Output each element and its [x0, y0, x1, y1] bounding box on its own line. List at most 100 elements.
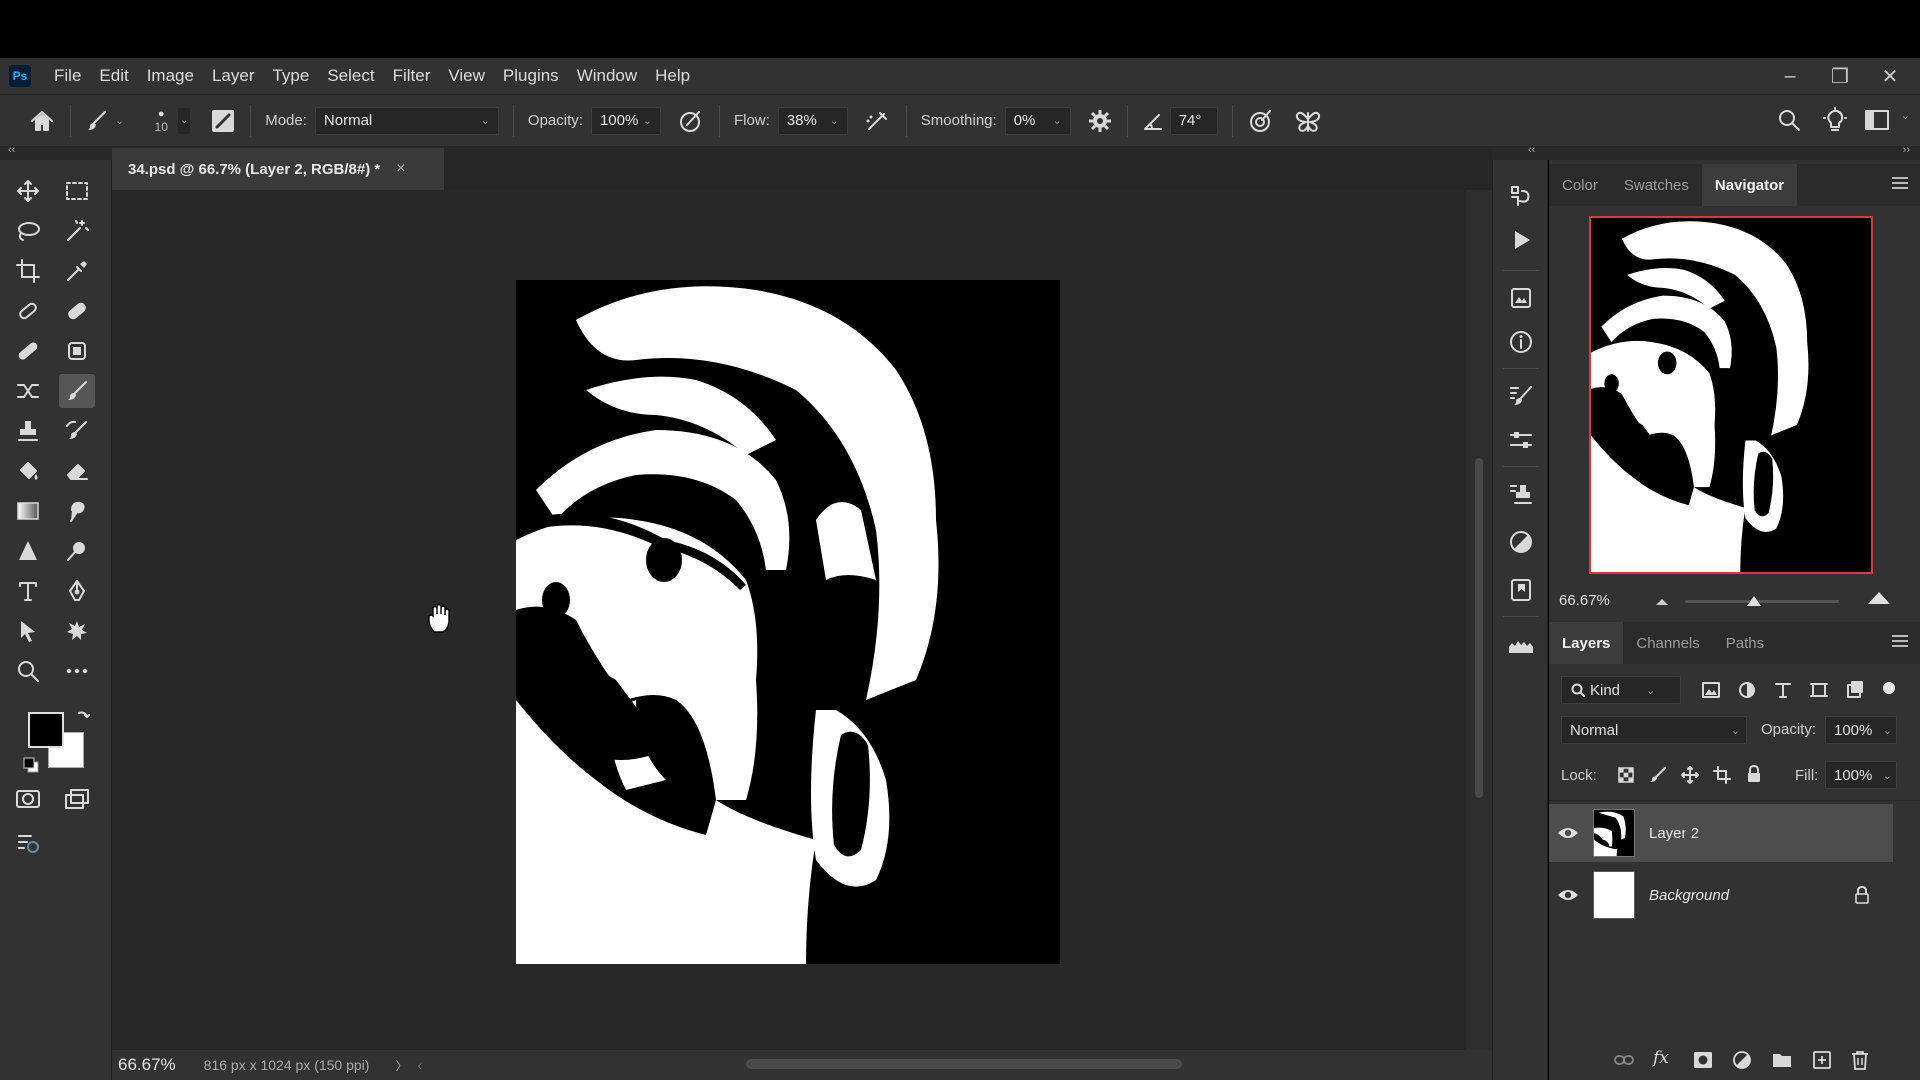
- pressure-opacity-icon[interactable]: [677, 107, 705, 135]
- canvas-workspace[interactable]: [112, 190, 1466, 1050]
- new-group-folder-icon[interactable]: [1771, 1050, 1793, 1070]
- brush-settings-icon[interactable]: [210, 108, 236, 134]
- new-layer-icon[interactable]: [1811, 1050, 1833, 1070]
- pressure-size-icon[interactable]: [1247, 107, 1275, 135]
- delete-layer-trash-icon[interactable]: [1849, 1049, 1871, 1071]
- zoom-out-mountain-icon[interactable]: [1653, 594, 1671, 608]
- smoothing-field[interactable]: 0% ⌄: [1004, 106, 1071, 135]
- more-tools-icon[interactable]: [59, 654, 95, 688]
- adjustments-circle-icon[interactable]: [1507, 528, 1535, 556]
- layer-name[interactable]: Layer 2: [1649, 825, 1699, 842]
- fill-field[interactable]: 100% ⌄: [1825, 761, 1897, 789]
- vertical-scrollbar[interactable]: [1466, 190, 1492, 1050]
- filter-type-icon[interactable]: [1773, 680, 1793, 700]
- search-icon[interactable]: [1776, 107, 1802, 133]
- restore-icon[interactable]: ❐: [1830, 64, 1850, 89]
- close-window-icon[interactable]: ✕: [1880, 64, 1900, 89]
- spot-healing-tool-icon[interactable]: [10, 294, 46, 328]
- swap-colors-icon[interactable]: [76, 708, 92, 724]
- type-tool-icon[interactable]: [10, 574, 46, 608]
- layer-visibility-eye-icon[interactable]: [1549, 887, 1587, 903]
- lock-artboard-icon[interactable]: [1713, 766, 1731, 784]
- adjustment-layer-icon[interactable]: [1731, 1050, 1753, 1070]
- document-tab[interactable]: 34.psd @ 66.7% (Layer 2, RGB/8#) * ×: [112, 148, 444, 190]
- discover-lightbulb-icon[interactable]: [1822, 107, 1848, 133]
- crop-tool-icon[interactable]: [10, 254, 46, 288]
- path-selection-tool-icon[interactable]: [10, 614, 46, 648]
- quick-mask-icon[interactable]: [10, 782, 46, 816]
- filter-shape-icon[interactable]: [1809, 680, 1829, 700]
- layer-row-layer-2[interactable]: Layer 2: [1549, 804, 1893, 862]
- scroll-left-icon[interactable]: ‹: [417, 1057, 422, 1073]
- info-icon[interactable]: [1507, 328, 1535, 356]
- zoom-in-mountain-icon[interactable]: [1865, 588, 1893, 608]
- layer-opacity-field[interactable]: 100% ⌄: [1825, 716, 1897, 744]
- layer-visibility-eye-icon[interactable]: [1549, 825, 1587, 841]
- filter-toggle-icon[interactable]: [1883, 682, 1895, 694]
- histogram-icon[interactable]: [1507, 630, 1535, 658]
- transform-tool-icon[interactable]: [10, 374, 46, 408]
- properties-icon[interactable]: [1507, 576, 1535, 604]
- workspace-layout-icon[interactable]: [1864, 107, 1890, 133]
- chevron-down-icon[interactable]: ⌄: [1901, 109, 1910, 122]
- menu-help[interactable]: Help: [646, 66, 699, 86]
- foreground-color-swatch[interactable]: [28, 712, 64, 748]
- zoom-slider-knob[interactable]: [1747, 596, 1762, 606]
- gradient-tool-icon[interactable]: [10, 494, 46, 528]
- magic-wand-tool-icon[interactable]: [59, 214, 95, 248]
- healing-brush-tool-icon[interactable]: [10, 334, 46, 368]
- smudge-tool-icon[interactable]: [59, 494, 95, 528]
- menu-plugins[interactable]: Plugins: [494, 66, 568, 86]
- sharpen-tool-icon[interactable]: [10, 534, 46, 568]
- content-aware-tool-icon[interactable]: [59, 334, 95, 368]
- zoom-tool-icon[interactable]: [10, 654, 46, 688]
- panel-menu-icon[interactable]: [1892, 177, 1908, 192]
- panel-menu-icon[interactable]: [1892, 635, 1908, 650]
- collapse-left-icon[interactable]: ‹‹: [8, 144, 15, 156]
- canvas-artwork[interactable]: [516, 280, 1060, 964]
- minimize-icon[interactable]: –: [1780, 65, 1800, 88]
- brush-tool-preset-icon[interactable]: [85, 108, 111, 134]
- navigator-zoom-value[interactable]: 66.67%: [1559, 592, 1610, 609]
- clone-stamp-tool-icon[interactable]: [10, 414, 46, 448]
- history-brush-tool-icon[interactable]: [59, 414, 95, 448]
- tab-navigator[interactable]: Navigator: [1701, 164, 1798, 206]
- navigator-zoom-slider[interactable]: [1685, 596, 1839, 606]
- link-layers-icon[interactable]: [1613, 1050, 1635, 1070]
- tab-channels[interactable]: Channels: [1623, 622, 1712, 664]
- filter-smart-object-icon[interactable]: [1845, 680, 1865, 700]
- tab-paths[interactable]: Paths: [1713, 622, 1777, 664]
- vertical-scroll-thumb[interactable]: [1475, 458, 1483, 798]
- screen-mode-icon[interactable]: [59, 782, 95, 816]
- layer-lock-icon[interactable]: [1853, 885, 1871, 905]
- blend-mode-select[interactable]: Normal ⌄: [1561, 716, 1747, 744]
- menu-image[interactable]: Image: [138, 66, 203, 86]
- opacity-field[interactable]: 100% ⌄: [590, 106, 661, 135]
- adjustments-sliders-icon[interactable]: [1507, 426, 1535, 454]
- lock-transparent-pixels-icon[interactable]: [1617, 766, 1635, 784]
- home-icon[interactable]: [28, 107, 56, 135]
- lock-image-pixels-icon[interactable]: [1649, 766, 1667, 784]
- menu-type[interactable]: Type: [263, 66, 318, 86]
- marquee-tool-icon[interactable]: [59, 174, 95, 208]
- airbrush-icon[interactable]: [864, 107, 892, 135]
- default-colors-icon[interactable]: [22, 756, 40, 774]
- menu-select[interactable]: Select: [318, 66, 383, 86]
- brush-size-picker[interactable]: ● 10: [150, 108, 172, 134]
- tab-swatches[interactable]: Swatches: [1611, 164, 1702, 206]
- remove-tool-icon[interactable]: [59, 294, 95, 328]
- layer-style-fx-icon[interactable]: fx: [1653, 1048, 1677, 1070]
- tab-color[interactable]: Color: [1549, 164, 1611, 206]
- horizontal-scroll-thumb[interactable]: [746, 1059, 1182, 1069]
- navigator-preview[interactable]: [1589, 216, 1873, 574]
- libraries-icon[interactable]: [1507, 284, 1535, 312]
- lasso-tool-icon[interactable]: [10, 214, 46, 248]
- clone-source-icon[interactable]: [1507, 480, 1535, 508]
- edit-toolbar-icon[interactable]: [10, 826, 46, 860]
- lock-all-icon[interactable]: [1745, 765, 1763, 783]
- gear-icon[interactable]: [1087, 108, 1113, 134]
- brush-size-dropdown[interactable]: ⌄: [178, 107, 191, 134]
- menu-file[interactable]: File: [45, 66, 90, 86]
- status-arrow-icon[interactable]: 〉: [395, 1057, 407, 1074]
- menu-layer[interactable]: Layer: [203, 66, 264, 86]
